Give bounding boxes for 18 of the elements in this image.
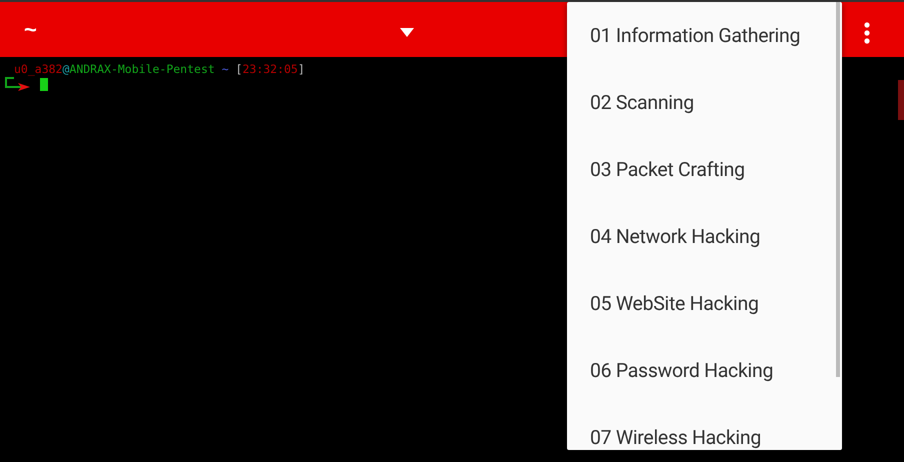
prompt-text: @: [62, 62, 70, 76]
dropdown-caret-icon[interactable]: [400, 28, 414, 37]
menu-item[interactable]: 04 Network Hacking: [567, 203, 842, 270]
prompt-text: u0_a382: [14, 62, 62, 76]
menu-item[interactable]: 01 Information Gathering: [567, 2, 842, 69]
menu-item[interactable]: 05 WebSite Hacking: [567, 270, 842, 337]
prompt-text: ]: [298, 62, 305, 76]
menu-item[interactable]: 06 Password Hacking: [567, 337, 842, 404]
menu-item[interactable]: 03 Packet Crafting: [567, 136, 842, 203]
prompt-text: ~: [222, 62, 229, 76]
prompt-text: 23:32:05: [242, 62, 298, 76]
menu-item[interactable]: 07 Wireless Hacking: [567, 404, 842, 450]
prompt-text: [: [236, 62, 242, 76]
prompt-text: ANDRAX-Mobile-Pentest: [69, 62, 215, 76]
menu-item[interactable]: 02 Scanning: [567, 69, 842, 136]
text-cursor: [40, 78, 48, 90]
session-title[interactable]: ~: [24, 16, 37, 42]
more-options-icon[interactable]: [864, 22, 870, 44]
